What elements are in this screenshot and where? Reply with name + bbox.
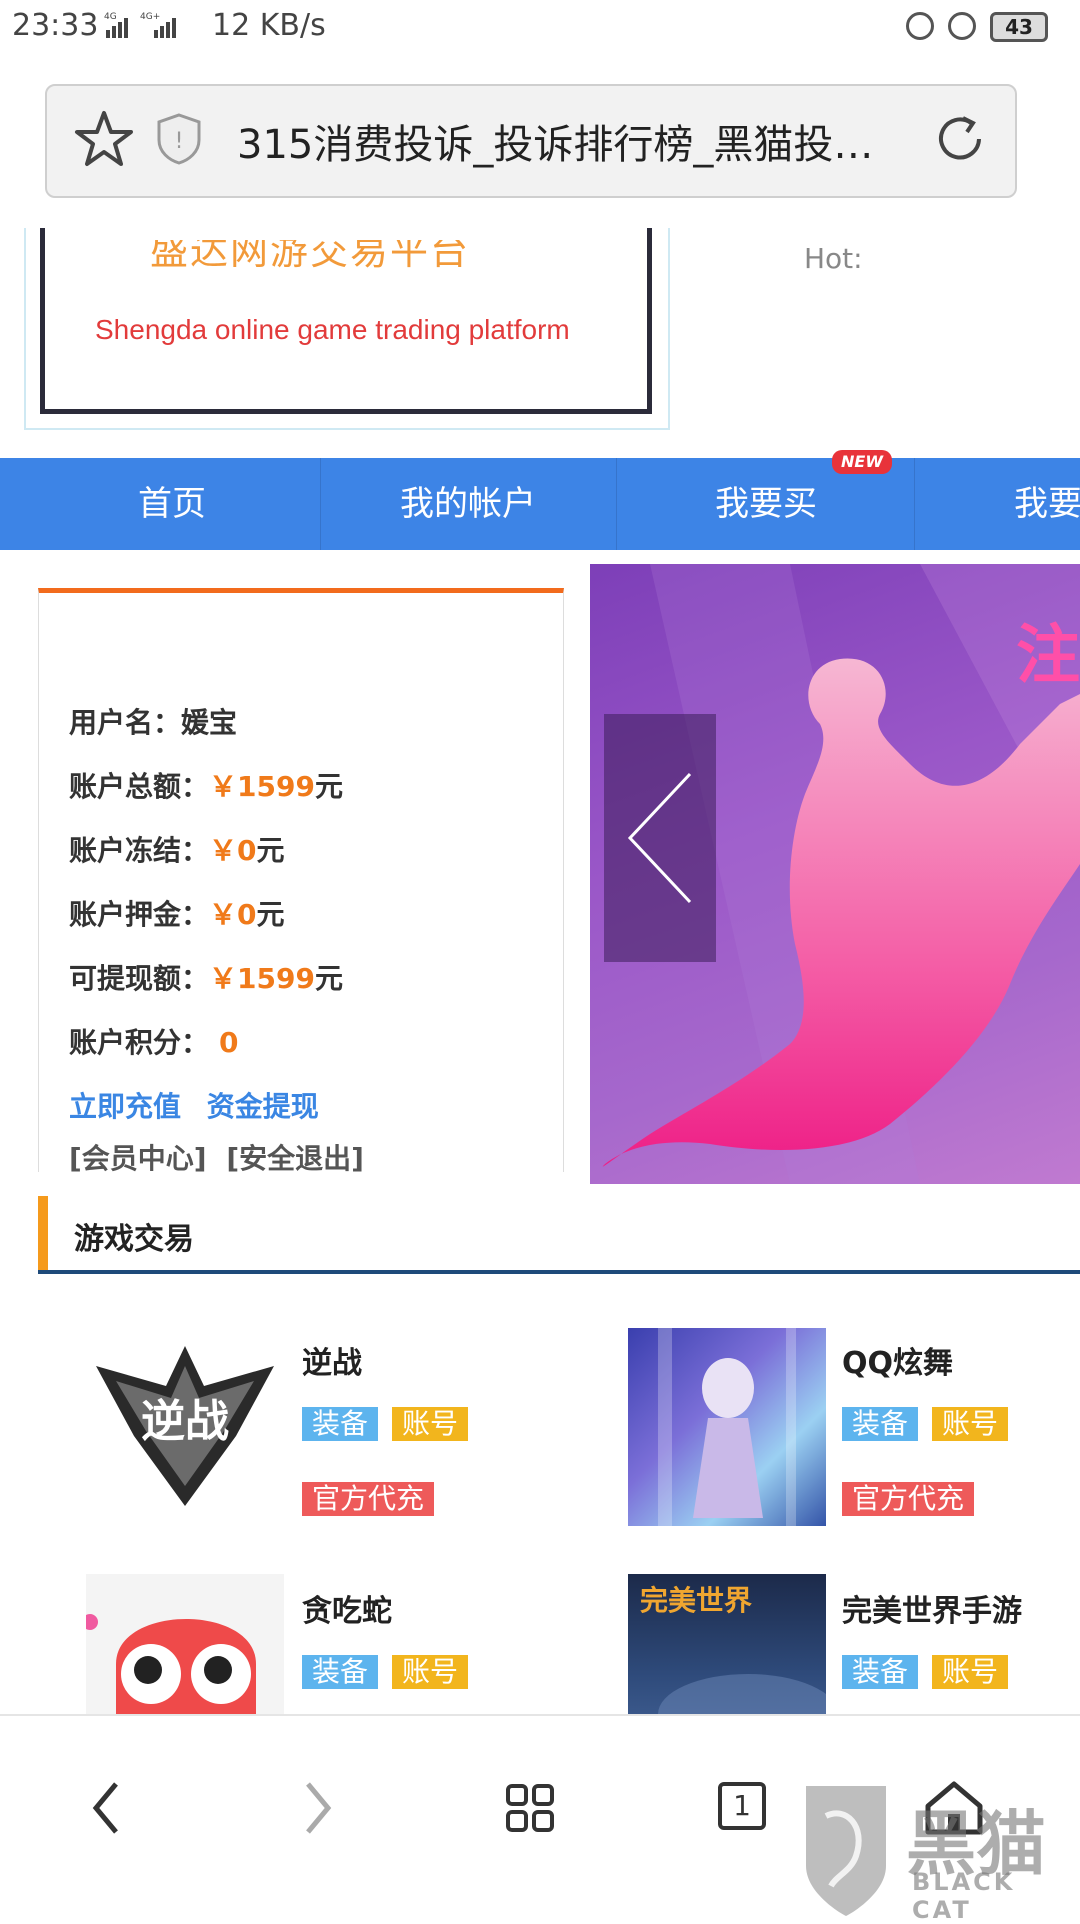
logout-link[interactable]: [安全退出] <box>226 1142 364 1175</box>
withdrawable-label: 可提现额： <box>69 962 210 995</box>
chevron-left-icon <box>627 772 692 904</box>
page-title[interactable]: 315消费投诉_投诉排行榜_黑猫投… <box>237 112 877 170</box>
tabs-button[interactable]: 1 <box>702 1768 782 1848</box>
frozen-value: ￥0 <box>209 834 257 867</box>
section-divider <box>38 1270 1080 1274</box>
username-row: 用户名：媛宝 <box>69 701 237 741</box>
total-row: 账户总额：￥1599元 <box>69 765 343 805</box>
network-speed: 12 KB/s <box>212 8 326 43</box>
lock-rotation-icon <box>906 12 934 40</box>
game-logo-nizhan[interactable]: 逆战 <box>86 1326 284 1524</box>
points-label: 账户积分： <box>69 1026 210 1059</box>
nav-sell[interactable]: 我要卖 <box>916 458 1080 550</box>
fund-links: 立即充值 资金提现 <box>69 1085 319 1125</box>
member-links: [会员中心] [安全退出] <box>69 1137 364 1177</box>
tag-equipment[interactable]: 装备 <box>302 1655 379 1689</box>
tag-official-recharge[interactable]: 官方代充 <box>842 1482 975 1516</box>
tag-official-recharge[interactable]: 官方代充 <box>302 1482 435 1516</box>
grid-menu-icon <box>506 1784 554 1832</box>
ad-slider[interactable]: 注 <box>590 564 1080 1184</box>
tag-equipment[interactable]: 装备 <box>302 1407 379 1441</box>
deposit-value: ￥0 <box>209 898 257 931</box>
game-name[interactable]: 完美世界手游 <box>842 1586 1022 1630</box>
address-bar[interactable]: ! 315消费投诉_投诉排行榜_黑猫投… <box>45 84 1017 198</box>
tag-account[interactable]: 账号 <box>392 1655 469 1689</box>
signal-icon: 4G 4G+ <box>104 10 204 40</box>
black-cat-logo-icon <box>796 1776 896 1916</box>
username-label: 用户名： <box>69 706 182 739</box>
status-bar: 23:33 4G 4G+ 12 KB/s 43 <box>0 0 1080 54</box>
withdrawable-unit: 元 <box>314 962 343 995</box>
member-center-link[interactable]: [会员中心] <box>69 1142 207 1175</box>
hot-label: Hot: <box>804 242 863 275</box>
banner-title-en: Shengda online game trading platform <box>95 314 570 345</box>
new-badge: NEW <box>832 450 892 474</box>
total-value: ￥1599 <box>209 770 315 803</box>
recharge-link[interactable]: 立即充值 <box>69 1090 181 1123</box>
frozen-label: 账户冻结： <box>69 834 210 867</box>
slider-prev-button[interactable] <box>604 714 716 962</box>
username-value: 媛宝 <box>181 706 238 739</box>
bookmark-star-icon[interactable] <box>73 108 135 170</box>
nav-home[interactable]: 首页 <box>24 458 321 550</box>
svg-text:!: ! <box>175 129 184 154</box>
withdrawable-value: ￥1599 <box>209 962 315 995</box>
back-button[interactable] <box>66 1768 146 1848</box>
tab-count: 1 <box>718 1782 766 1830</box>
withdrawable-row: 可提现额：￥1599元 <box>69 957 343 997</box>
game-name[interactable]: 贪吃蛇 <box>302 1586 392 1630</box>
deposit-unit: 元 <box>256 898 285 931</box>
tag-equipment[interactable]: 装备 <box>842 1655 919 1689</box>
points-row: 账户积分： 0 <box>69 1021 239 1061</box>
svg-text:4G: 4G <box>104 12 117 22</box>
main-nav: 首页 我的帐户 我要买 我要卖 <box>0 458 1080 550</box>
points-value: 0 <box>219 1026 239 1059</box>
section-title: 游戏交易 <box>74 1222 194 1257</box>
tag-account[interactable]: 账号 <box>932 1655 1009 1689</box>
reload-icon[interactable] <box>933 112 987 166</box>
deposit-label: 账户押金： <box>69 898 210 931</box>
menu-button[interactable] <box>490 1768 570 1848</box>
frozen-unit: 元 <box>256 834 285 867</box>
game-logo-qq-dance[interactable] <box>628 1328 826 1526</box>
frozen-row: 账户冻结：￥0元 <box>69 829 285 869</box>
total-label: 账户总额： <box>69 770 210 803</box>
tag-equipment[interactable]: 装备 <box>842 1407 919 1441</box>
game-logo-text: 完美世界 <box>640 1584 752 1617</box>
watermark-en: BLACK CAT <box>912 1868 1016 1924</box>
nav-my-account[interactable]: 我的帐户 <box>320 458 617 550</box>
security-shield-icon[interactable]: ! <box>155 112 203 166</box>
alarm-icon <box>948 12 976 40</box>
deposit-row: 账户押金：￥0元 <box>69 893 285 933</box>
game-logo-text: 逆战 <box>141 1396 229 1447</box>
svg-text:4G+: 4G+ <box>140 12 160 22</box>
withdraw-link[interactable]: 资金提现 <box>207 1090 319 1123</box>
game-name[interactable]: 逆战 <box>302 1338 362 1382</box>
account-panel: 用户名：媛宝 账户总额：￥1599元 账户冻结：￥0元 账户押金：￥0元 可提现… <box>38 588 564 1175</box>
game-name[interactable]: QQ炫舞 <box>842 1338 953 1382</box>
chevron-right-icon <box>306 1782 332 1834</box>
status-time: 23:33 <box>12 8 99 43</box>
forward-button[interactable] <box>278 1768 358 1848</box>
total-unit: 元 <box>314 770 343 803</box>
ad-text-fragment: 注 <box>1016 619 1080 693</box>
chevron-left-icon <box>92 1782 118 1834</box>
section-accent-bar <box>38 1196 48 1270</box>
battery-icon: 43 <box>990 12 1048 42</box>
tag-account[interactable]: 账号 <box>932 1407 1009 1441</box>
tag-account[interactable]: 账号 <box>392 1407 469 1441</box>
